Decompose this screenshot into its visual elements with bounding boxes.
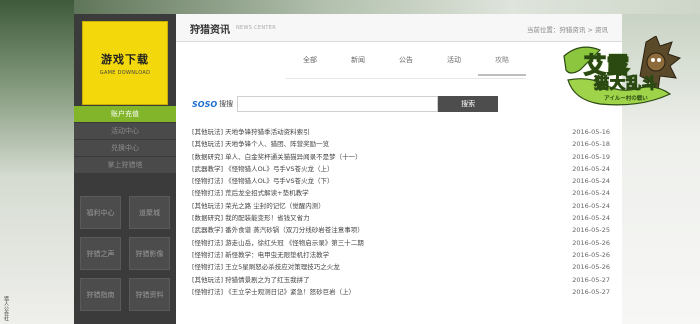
news-date: 2016-05-24: [572, 189, 610, 198]
page-title: 狩猎资讯: [190, 25, 230, 36]
news-row[interactable]: [数据研究] 我的配装能变形！省钱又省力 2016-05-24: [192, 212, 610, 224]
tab-activity[interactable]: 活动: [430, 44, 478, 76]
news-row[interactable]: [怪物打法] 荒后龙全招式解读+垫机教学 2016-05-24: [192, 187, 610, 199]
content-header: 狩猎资讯 NEWS CENTER 当前位置：狩猎资讯 > 资讯: [176, 14, 622, 42]
soso-logo: SOSO: [192, 99, 218, 109]
sidebar-menu: 账户充值 活动中心 兑换中心 掌上狩猎塔: [74, 106, 176, 174]
search-input[interactable]: [237, 96, 439, 112]
sidebar: 游戏下载 GAME DOWNLOAD 账户充值 活动中心 兑换中心 掌上狩猎塔 …: [74, 14, 176, 324]
news-row[interactable]: [其他玩法] 荣光之路 尘封的记忆（觉醒内测） 2016-05-24: [192, 200, 610, 212]
logo-tagline: アイルー村の戦い: [604, 96, 648, 102]
tab-announcement[interactable]: 公告: [382, 44, 430, 76]
tab-divider: [286, 78, 526, 79]
search-bar: SOSO 搜搜 搜索: [192, 96, 499, 112]
tile-hunting-data[interactable]: 狩猎资料: [129, 278, 170, 311]
news-row[interactable]: [怪物打法] 《怪物猎人OL》弓手VS苍火龙（下） 2016-05-24: [192, 175, 610, 187]
news-date: 2016-05-26: [572, 238, 610, 247]
news-row[interactable]: [其他玩法] 狩猎情景剧之为了红玉我拼了 2016-05-27: [192, 274, 610, 286]
sidebar-tiles: 福利中心 道聚城 狩猎之声 狩猎影像 狩猎指南 狩猎资料: [80, 196, 170, 311]
news-row[interactable]: [武器教学] 《怪物猎人OL》弓手VS苍火龙（上） 2016-05-24: [192, 163, 610, 175]
news-row[interactable]: [怪物打法] 《王立学士观测日记》紧急！怒砂巨岩（上） 2016-05-27: [192, 286, 610, 298]
news-row[interactable]: [怪物打法] 王立5星刷怒必杀技应对策理技巧之火龙 2016-05-26: [192, 261, 610, 273]
news-list: [其他玩法] 天地争锋狩猎季活动资料索引 2016-05-16 [其他玩法] 天地…: [192, 126, 610, 298]
news-date: 2016-05-19: [572, 152, 610, 161]
news-title[interactable]: [其他玩法] 天地争锋个人、猎团、阵营奖励一览: [192, 138, 329, 150]
news-row[interactable]: [其他玩法] 天地争锋个人、猎团、阵营奖励一览 2016-05-18: [192, 138, 610, 150]
tile-welfare-center[interactable]: 福利中心: [80, 196, 121, 229]
news-title[interactable]: [怪物打法] 《王立学士观测日记》紧急！怒砂巨岩（上）: [192, 286, 355, 298]
news-date: 2016-05-27: [572, 287, 610, 296]
news-row[interactable]: [数据研究] 单人、白金奖杯通关猫猫异闻录不是梦（十一） 2016-05-19: [192, 151, 610, 163]
news-title[interactable]: [武器教学] 番外食谱 蒸汽砂锅（双刀分线砂岩苍注意事项）: [192, 224, 364, 236]
news-row[interactable]: [武器教学] 番外食谱 蒸汽砂锅（双刀分线砂岩苍注意事项） 2016-05-25: [192, 224, 610, 236]
search-label: 搜搜: [219, 100, 234, 108]
news-title[interactable]: [怪物打法] 王立5星刷怒必杀技应对策理技巧之火龙: [192, 261, 340, 273]
news-title[interactable]: [怪物打法] 新怪教学：电甲虫无限垫机打法教学: [192, 249, 329, 261]
sidebar-item-recharge[interactable]: 账户充值: [74, 106, 176, 123]
news-date: 2016-05-24: [572, 177, 610, 186]
tab-all[interactable]: 全部: [286, 44, 334, 76]
news-row[interactable]: [怪物打法] 新怪教学：电甲虫无限垫机打法教学 2016-05-26: [192, 249, 610, 261]
main-content: 狩猎资讯 NEWS CENTER 当前位置：狩猎资讯 > 资讯 全部 新闻 公告…: [176, 14, 622, 324]
news-date: 2016-05-16: [572, 128, 610, 136]
background-left-scenery: [0, 0, 74, 324]
news-date: 2016-05-24: [572, 214, 610, 223]
tab-news[interactable]: 新闻: [334, 44, 382, 76]
news-date: 2016-05-25: [572, 226, 610, 235]
left-side-caption: 猎人公会社: [3, 296, 9, 321]
news-date: 2016-05-24: [572, 164, 610, 173]
page-title-en: NEWS CENTER: [236, 25, 276, 31]
news-title[interactable]: [其他玩法] 天地争锋狩猎季活动资料索引: [192, 126, 310, 138]
news-title[interactable]: [其他玩法] 狩猎情景剧之为了红玉我拼了: [192, 274, 310, 286]
game-download-title: 游戏下载: [101, 52, 149, 66]
news-date: 2016-05-27: [572, 275, 610, 284]
tile-hunting-guide[interactable]: 狩猎指南: [80, 278, 121, 311]
news-title[interactable]: [怪物打法] 《怪物猎人OL》弓手VS苍火龙（下）: [192, 175, 333, 187]
background-top-scenery: [74, 0, 700, 14]
news-date: 2016-05-26: [572, 263, 610, 272]
tile-daojucheng[interactable]: 道聚城: [129, 196, 170, 229]
news-date: 2016-05-24: [572, 201, 610, 210]
game-logo[interactable]: 艾露 猫大乱斗 アイルー村の戦い: [560, 36, 682, 108]
news-title[interactable]: [其他玩法] 荣光之路 尘封的记忆（觉醒内测）: [192, 200, 325, 212]
sidebar-item-activity-center[interactable]: 活动中心: [74, 123, 176, 140]
breadcrumb[interactable]: 当前位置：狩猎资讯 > 资讯: [527, 24, 608, 34]
tile-hunting-video[interactable]: 狩猎影像: [129, 237, 170, 270]
game-download-button[interactable]: 游戏下载 GAME DOWNLOAD: [82, 21, 168, 105]
tab-guide[interactable]: 攻略: [478, 44, 526, 76]
tile-hunting-voice[interactable]: 狩猎之声: [80, 237, 121, 270]
news-date: 2016-05-26: [572, 250, 610, 259]
news-row[interactable]: [其他玩法] 天地争锋狩猎季活动资料索引 2016-05-16: [192, 126, 610, 138]
sidebar-item-mobile-tower[interactable]: 掌上狩猎塔: [74, 157, 176, 174]
news-title[interactable]: [数据研究] 单人、白金奖杯通关猫猫异闻录不是梦（十一）: [192, 151, 362, 163]
sidebar-item-exchange-center[interactable]: 兑换中心: [74, 140, 176, 157]
search-button[interactable]: 搜索: [438, 96, 499, 112]
news-title[interactable]: [数据研究] 我的配装能变形！省钱又省力: [192, 212, 310, 224]
logo-subtitle: 猫大乱斗: [593, 73, 659, 92]
news-date: 2016-05-18: [572, 140, 610, 149]
game-download-subtitle: GAME DOWNLOAD: [99, 69, 151, 76]
news-row[interactable]: [怪物打法] 游走山岳，徐红头冠 《怪物启示录》第三十二期 2016-05-26: [192, 237, 610, 249]
news-title[interactable]: [武器教学] 《怪物猎人OL》弓手VS苍火龙（上）: [192, 163, 333, 175]
news-title[interactable]: [怪物打法] 荒后龙全招式解读+垫机教学: [192, 187, 309, 199]
news-title[interactable]: [怪物打法] 游走山岳，徐红头冠 《怪物启示录》第三十二期: [192, 237, 364, 249]
